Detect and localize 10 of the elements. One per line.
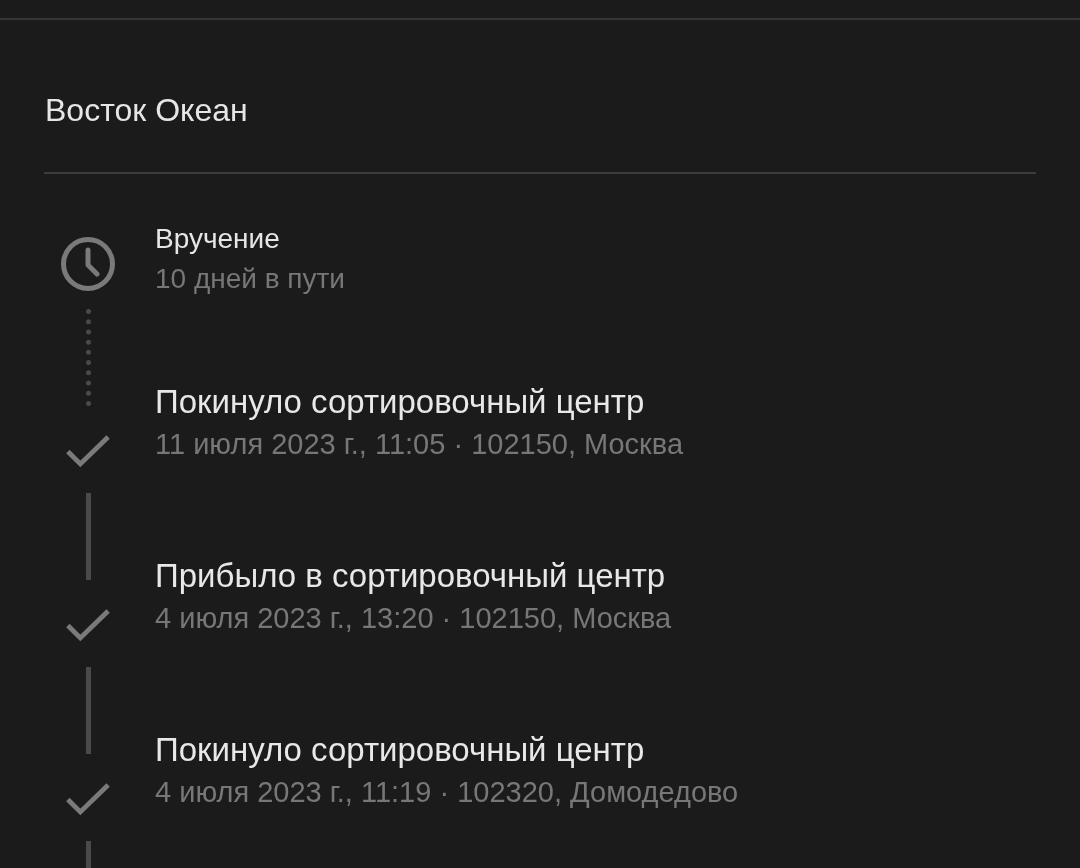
- connector-line: [85, 841, 91, 868]
- event-title: Покинуло сортировочный центр: [155, 730, 646, 770]
- event-details: 4 июля 2023 г., 13:20 · 102150, Москва: [155, 601, 672, 636]
- sender-title: Восток Океан: [45, 91, 249, 130]
- event-details: 10 дней в пути: [155, 262, 345, 296]
- event-title: Прибыло в сортировочный центр: [155, 556, 667, 596]
- event-title: Покинуло сортировочный центр: [155, 382, 646, 422]
- event-title: Вручение: [155, 222, 281, 256]
- event-details: 11 июля 2023 г., 11:05 · 102150, Москва: [155, 427, 684, 462]
- event-details: 4 июля 2023 г., 11:19 · 102320, Домодедово: [155, 775, 739, 810]
